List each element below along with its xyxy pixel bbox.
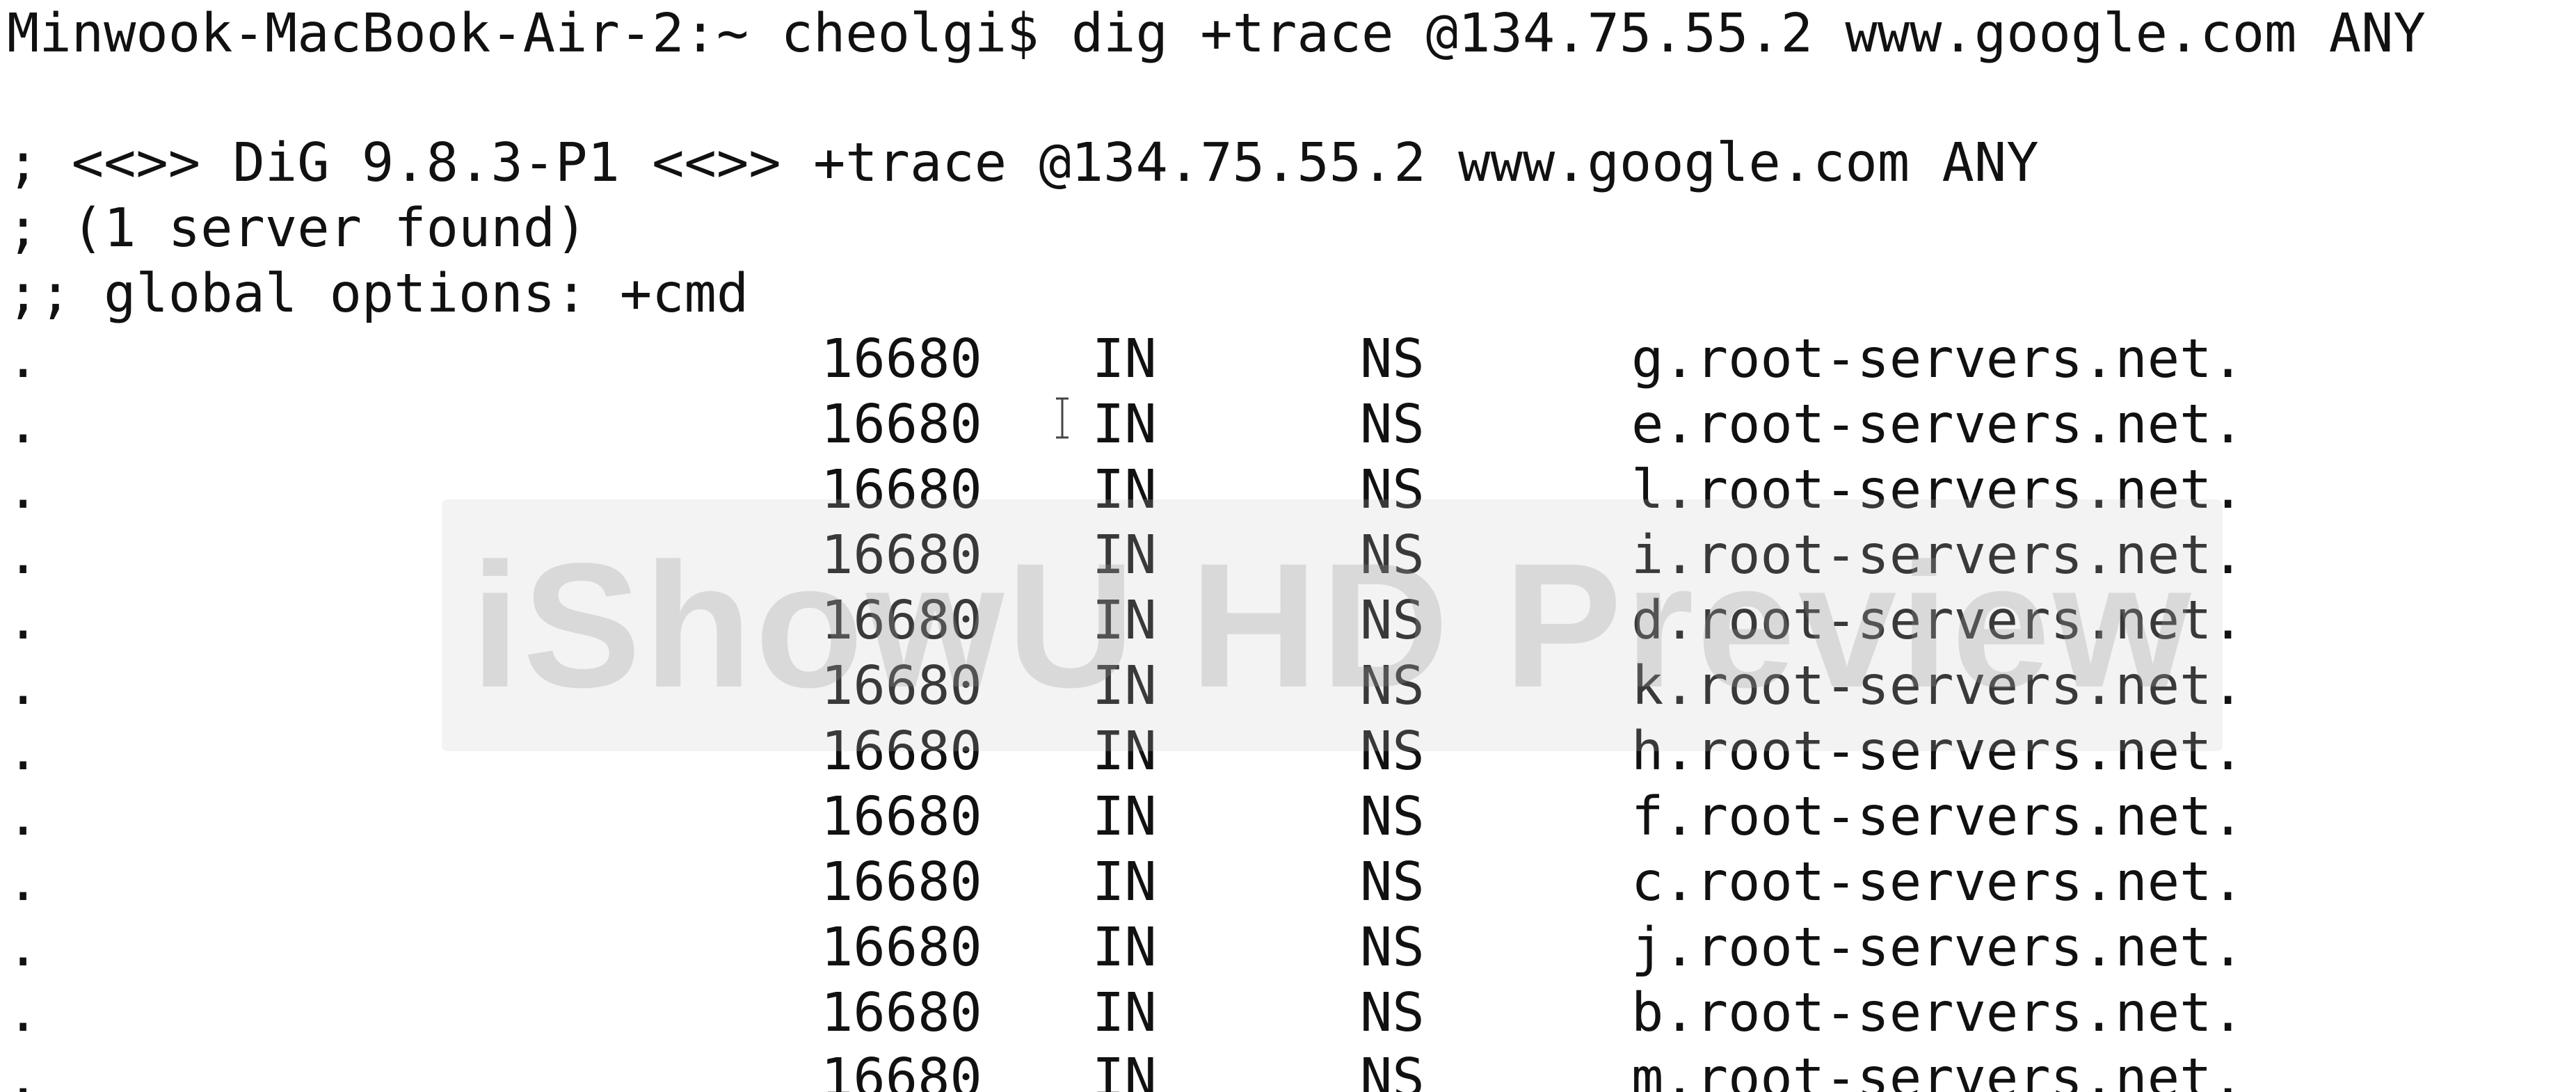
dns-record-row: . 16680 IN NS b.root-servers.net. <box>7 981 2511 1046</box>
record-data: m.root-servers.net. <box>1631 1047 2244 1092</box>
record-class: IN <box>1092 786 1157 848</box>
record-owner: . <box>7 394 40 456</box>
dns-record-row: . 16680 IN NS e.root-servers.net. <box>7 392 2511 458</box>
text-ibeam-cursor-icon <box>1056 397 1069 439</box>
record-owner: . <box>7 655 40 717</box>
record-owner: . <box>7 1047 40 1092</box>
terminal-window[interactable]: Minwook-MacBook-Air-2:~ cheolgi$ dig +tr… <box>0 0 2576 1092</box>
record-data: c.root-servers.net. <box>1631 851 2244 913</box>
dns-record-row: . 16680 IN NS f.root-servers.net. <box>7 785 2511 850</box>
record-owner: . <box>7 982 40 1044</box>
dns-record-row: . 16680 IN NS c.root-servers.net. <box>7 850 2511 915</box>
record-ttl: 16680 <box>821 786 982 848</box>
record-owner: . <box>7 786 40 848</box>
record-owner: . <box>7 459 40 521</box>
watermark-text: iShowU HD Preview <box>470 526 2194 725</box>
output-header-line: ;; global options: +cmd <box>7 263 749 325</box>
record-owner: . <box>7 851 40 913</box>
record-type: NS <box>1360 786 1425 848</box>
record-class: IN <box>1092 328 1157 390</box>
record-data: g.root-servers.net. <box>1631 328 2244 390</box>
record-data: f.root-servers.net. <box>1631 786 2244 848</box>
output-header-line: ; (1 server found) <box>7 198 588 259</box>
record-data: j.root-servers.net. <box>1631 917 2244 979</box>
record-owner: . <box>7 524 40 586</box>
command-line: Minwook-MacBook-Air-2:~ cheolgi$ dig +tr… <box>7 1 2426 67</box>
dns-record-row: . 16680 IN NS m.root-servers.net. <box>7 1046 2511 1092</box>
record-owner: . <box>7 917 40 979</box>
record-type: NS <box>1360 1047 1425 1092</box>
dns-record-row: . 16680 IN NS g.root-servers.net. <box>7 327 2511 392</box>
record-owner: . <box>7 721 40 782</box>
record-class: IN <box>1092 394 1157 456</box>
record-type: NS <box>1360 394 1425 456</box>
record-ttl: 16680 <box>821 917 982 979</box>
watermark-overlay: iShowU HD Preview <box>442 499 2223 751</box>
command-text: dig +trace @134.75.55.2 www.google.com A… <box>1071 3 2426 65</box>
record-ttl: 16680 <box>821 1047 982 1092</box>
record-class: IN <box>1092 851 1157 913</box>
record-ttl: 16680 <box>821 394 982 456</box>
record-type: NS <box>1360 982 1425 1044</box>
record-owner: . <box>7 590 40 652</box>
record-data: b.root-servers.net. <box>1631 982 2244 1044</box>
output-header-line: ; <<>> DiG 9.8.3-P1 <<>> +trace @134.75.… <box>7 132 2039 194</box>
record-type: NS <box>1360 851 1425 913</box>
record-type: NS <box>1360 917 1425 979</box>
record-owner: . <box>7 328 40 390</box>
record-ttl: 16680 <box>821 328 982 390</box>
record-data: e.root-servers.net. <box>1631 394 2244 456</box>
record-class: IN <box>1092 982 1157 1044</box>
record-class: IN <box>1092 1047 1157 1092</box>
record-ttl: 16680 <box>821 982 982 1044</box>
shell-prompt: Minwook-MacBook-Air-2:~ cheolgi$ <box>7 3 1039 65</box>
record-type: NS <box>1360 328 1425 390</box>
dns-record-row: . 16680 IN NS j.root-servers.net. <box>7 915 2511 981</box>
record-class: IN <box>1092 917 1157 979</box>
record-ttl: 16680 <box>821 851 982 913</box>
